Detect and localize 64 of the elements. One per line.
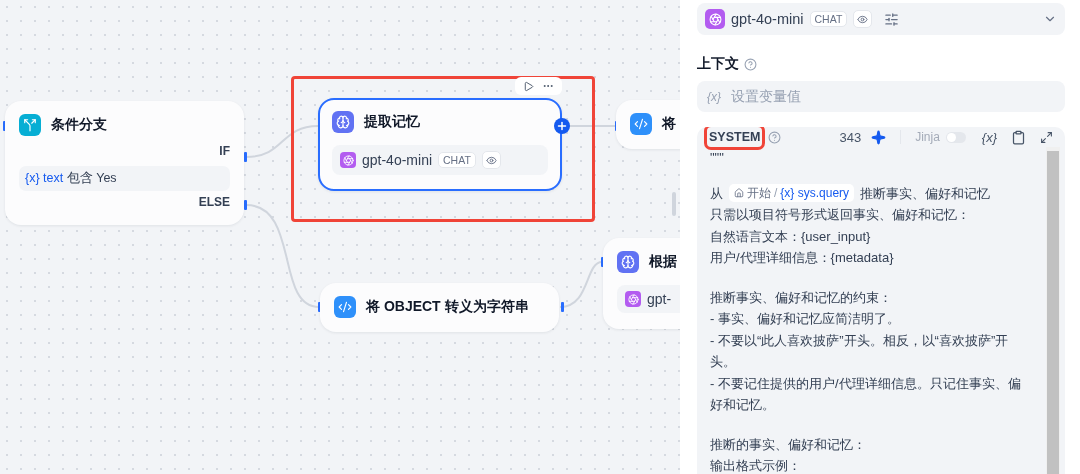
prompt-text: - 不要以“此人喜欢披萨”开头。相反，以“喜欢披萨”开头。 bbox=[710, 331, 1010, 371]
sparkle-icon[interactable] bbox=[871, 129, 887, 145]
jinja-label: Jinja bbox=[915, 130, 940, 144]
brain-icon bbox=[617, 251, 639, 273]
node-title: 条件分支 bbox=[51, 116, 107, 134]
prompt-text: 输出格式示例： bbox=[710, 457, 802, 474]
branch-label: IF bbox=[219, 144, 230, 158]
code-icon bbox=[630, 113, 652, 135]
field-placeholder: 设置变量值 bbox=[731, 87, 801, 106]
connector-line bbox=[559, 261, 603, 308]
role-label: SYSTEM bbox=[707, 127, 763, 147]
model-logo-icon bbox=[625, 291, 641, 307]
prompt-text: 推断事实、偏好和记忆的约束： bbox=[710, 288, 893, 307]
model-name: gpt-4o-mini bbox=[731, 11, 804, 27]
code-icon bbox=[334, 296, 356, 318]
node-title: 将 OBJECT 转义为字符串 bbox=[366, 298, 529, 316]
help-icon[interactable] bbox=[768, 130, 782, 144]
port-handle[interactable] bbox=[244, 200, 247, 210]
prompt-text: 从 bbox=[710, 184, 723, 203]
token-count: 343 bbox=[839, 129, 862, 145]
prompt-text: 推断的事实、偏好和记忆： bbox=[710, 435, 867, 454]
model-name: gpt- bbox=[647, 291, 672, 307]
prompt-text: - 不要记住提供的用户/代理详细信息。只记住事实、偏好和记忆。 bbox=[710, 374, 1022, 414]
play-icon[interactable] bbox=[523, 80, 534, 92]
clipboard-icon[interactable] bbox=[1011, 129, 1026, 145]
eye-icon bbox=[853, 10, 873, 28]
node-title: 根据 bbox=[649, 253, 677, 271]
variable-reference[interactable]: 开始 / {x} sys.query bbox=[729, 184, 855, 203]
workflow-node[interactable]: 条件分支 IF {x} text 包含 Yes ELSE bbox=[5, 101, 244, 225]
prompt-text: 用户/代理详细信息：{metadata} bbox=[710, 249, 895, 267]
scrollbar[interactable] bbox=[1046, 147, 1060, 474]
branch-icon bbox=[19, 114, 41, 136]
home-icon bbox=[734, 188, 744, 199]
branch-label: ELSE bbox=[198, 195, 230, 209]
model-type-badge: CHAT bbox=[809, 11, 848, 27]
section-label: 上下文 bbox=[697, 55, 739, 73]
workflow-node[interactable]: 将 OBJECT 转义为字符串 bbox=[320, 283, 559, 332]
resize-handle[interactable] bbox=[672, 192, 676, 216]
model-name: gpt-4o-mini bbox=[362, 152, 433, 168]
sliders-icon[interactable] bbox=[884, 11, 900, 27]
condition-text: {x} text 包含 Yes bbox=[19, 166, 230, 191]
model-logo-icon bbox=[705, 9, 725, 29]
prompt-text: 只需以项目符号形式返回事实、偏好和记忆： bbox=[710, 206, 971, 224]
add-icon[interactable] bbox=[554, 118, 570, 134]
node-title: 将 bbox=[662, 115, 676, 133]
model-type-badge: CHAT bbox=[438, 152, 476, 168]
model-logo-icon bbox=[340, 152, 356, 168]
insert-variable-button[interactable]: {x} bbox=[981, 129, 997, 145]
expand-icon[interactable] bbox=[1040, 130, 1053, 144]
model-selector[interactable]: gpt-4o-mini CHAT bbox=[697, 3, 1065, 35]
node-title: 提取记忆 bbox=[364, 113, 420, 131]
help-icon[interactable] bbox=[744, 57, 757, 71]
prompt-text: 推断事实、偏好和记忆 bbox=[860, 184, 991, 203]
variable-glyph: {x} bbox=[707, 89, 721, 104]
workflow-node[interactable]: 提取记忆 gpt-4o-mini CHAT bbox=[318, 98, 562, 191]
workflow-node[interactable]: 将 bbox=[616, 100, 680, 149]
workflow-node[interactable]: 根据 gpt- bbox=[603, 238, 680, 329]
port-handle[interactable] bbox=[561, 302, 564, 312]
prompt-text: """ bbox=[710, 149, 725, 167]
eye-icon bbox=[481, 151, 501, 169]
prompt-text: - 事实、偏好和记忆应简洁明了。 bbox=[710, 310, 901, 328]
prompt-text: 自然语言文本：{user_input} bbox=[710, 227, 872, 246]
brain-icon bbox=[332, 111, 354, 133]
port-handle[interactable] bbox=[244, 152, 247, 162]
